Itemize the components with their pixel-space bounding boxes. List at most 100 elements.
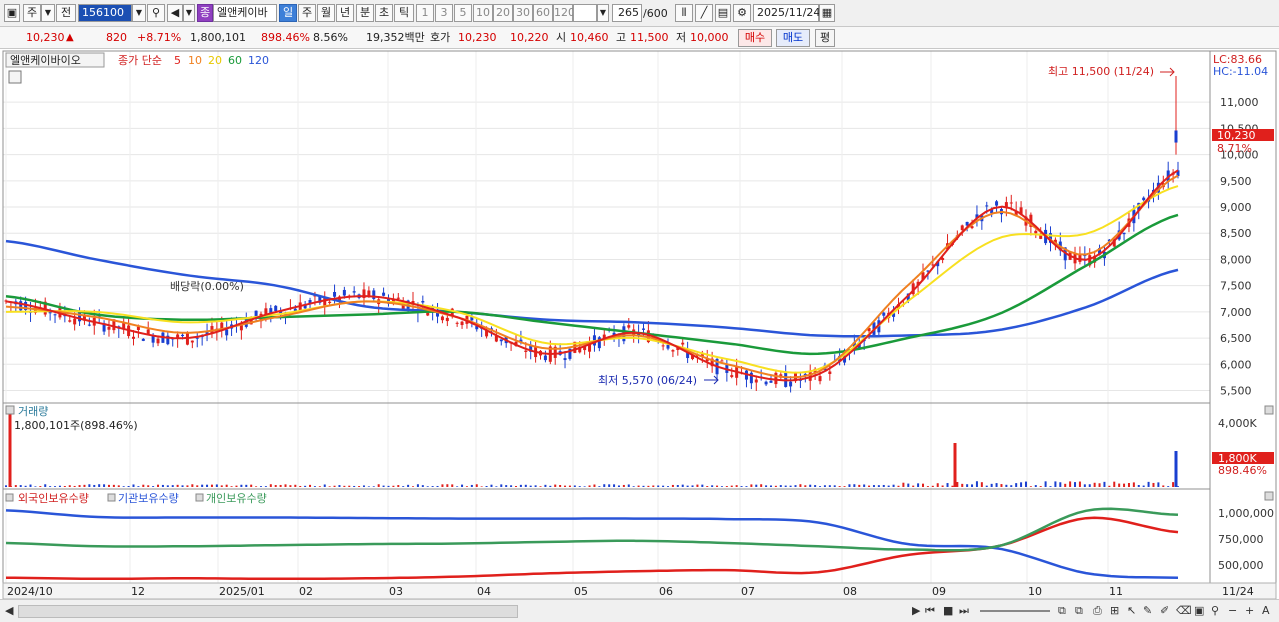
window-icon[interactable]: ▣ (4, 4, 20, 22)
volume-bar (304, 485, 307, 487)
tab-day[interactable]: 일 (279, 4, 297, 22)
interval-5[interactable]: 5 (454, 4, 472, 22)
scroll-left-icon[interactable]: ◀ (5, 603, 13, 618)
volume-bar (402, 486, 405, 487)
buy-button[interactable]: 매수 (738, 29, 772, 47)
stop-icon[interactable]: ■ (943, 603, 953, 618)
stock-name-field[interactable]: 엘앤케이바 (213, 4, 277, 22)
interval-20[interactable]: 20 (493, 4, 513, 22)
volume-bar (387, 485, 390, 487)
draw-tool-icon[interactable]: ╱ (695, 4, 713, 22)
brush-icon[interactable]: ✐ (1160, 603, 1169, 618)
interval-120[interactable]: 120 (553, 4, 575, 22)
volume-bar (608, 484, 611, 487)
volume-bar (681, 484, 684, 487)
volume: 1,800,101 (190, 31, 246, 44)
calendar-icon[interactable]: ▦ (819, 4, 835, 22)
speaker-dropdown-icon[interactable]: ▼ (183, 4, 195, 22)
zoom-in-icon[interactable]: + (1245, 603, 1254, 618)
rewind-icon[interactable]: ⏮ (925, 603, 935, 618)
sell-button[interactable]: 매도 (776, 29, 810, 47)
volume-bar (652, 485, 655, 487)
volume-bar (348, 485, 351, 487)
code-dropdown-icon[interactable]: ▼ (132, 4, 146, 22)
export-icon[interactable]: ⧉ (1075, 603, 1083, 618)
scroll-track[interactable] (18, 605, 518, 618)
holding-close-icon[interactable] (1264, 491, 1274, 501)
prev-button[interactable]: 전 (56, 4, 76, 22)
last-candle-body (1174, 130, 1178, 143)
average-button[interactable]: 평 (815, 29, 835, 47)
volume-bar (779, 485, 782, 487)
interval-1[interactable]: 1 (416, 4, 434, 22)
date-input[interactable]: 2025/11/24 (753, 4, 820, 22)
candle-body (563, 358, 567, 361)
interval-dropdown-icon[interactable]: ▼ (597, 4, 609, 22)
volume-bar (318, 486, 321, 487)
interval-3[interactable]: 3 (435, 4, 453, 22)
candle-body (1122, 232, 1126, 235)
search-icon[interactable]: ⚲ (147, 4, 165, 22)
tab-month[interactable]: 월 (317, 4, 335, 22)
zoom-search-icon[interactable]: ⚲ (1211, 603, 1219, 618)
volume-bar (63, 485, 66, 487)
ma120-legend: 120 (248, 54, 269, 67)
scroll-right-icon[interactable]: ▶ (912, 603, 920, 618)
line-tool-icon[interactable]: ↖ (1127, 603, 1136, 618)
period-select[interactable]: 주 (23, 4, 41, 22)
volume-bar (333, 485, 336, 487)
font-size-icon[interactable]: A (1262, 603, 1270, 618)
volume-bar (877, 485, 880, 487)
volume-bar (83, 484, 86, 487)
print-icon[interactable]: ⎙ (1093, 603, 1102, 618)
volume-close-icon[interactable] (1264, 405, 1274, 415)
volume-bar (191, 484, 194, 487)
tab-minute[interactable]: 분 (356, 4, 374, 22)
volume-bar (789, 485, 792, 487)
volume-bar (951, 485, 954, 487)
candle-icon[interactable]: ⫴ (675, 4, 693, 22)
candle-body (396, 297, 400, 299)
photo-icon[interactable]: ▣ (1194, 603, 1204, 618)
volume-bar (912, 485, 915, 487)
gear-icon[interactable]: ⚙ (733, 4, 751, 22)
volume-bar (1054, 481, 1057, 487)
volume-bar (98, 484, 101, 487)
tab-second[interactable]: 초 (375, 4, 393, 22)
count-input[interactable]: 265 (612, 4, 642, 22)
interval-30[interactable]: 30 (513, 4, 533, 22)
dividend-annotation: 배당락(0.00%) (170, 280, 244, 293)
copy-icon[interactable]: ⧉ (1058, 603, 1066, 618)
zoom-slider[interactable] (980, 610, 1050, 612)
interval-60[interactable]: 60 (533, 4, 553, 22)
save-icon[interactable]: ▤ (715, 4, 731, 22)
volume-bar (897, 485, 900, 487)
tab-year[interactable]: 년 (336, 4, 354, 22)
grid-icon[interactable]: ⊞ (1110, 603, 1119, 618)
tab-week[interactable]: 주 (298, 4, 316, 22)
volume-bar (809, 484, 812, 487)
high-label: 고 (616, 31, 627, 44)
volume-bar (1142, 485, 1145, 487)
tab-tick[interactable]: 틱 (394, 4, 414, 22)
bid-price-2: 10,220 (510, 31, 549, 44)
chevron-down-icon[interactable]: ▼ (41, 4, 55, 22)
volume-bar (269, 484, 272, 487)
volume-bar (598, 486, 601, 487)
volume-bar (132, 484, 135, 487)
stock-code-input[interactable]: 156100 (78, 4, 132, 22)
volume-bar (740, 486, 743, 487)
magic-icon[interactable]: ✎ (1143, 603, 1152, 618)
interval-custom-input[interactable] (573, 4, 597, 22)
volume-bar (1078, 481, 1081, 487)
interval-10[interactable]: 10 (473, 4, 493, 22)
volume-bar (1103, 481, 1106, 487)
volume-bar (343, 485, 346, 487)
eraser-icon[interactable]: ⌫ (1176, 603, 1192, 618)
speaker-icon[interactable]: ◀ (167, 4, 183, 22)
zoom-out-icon[interactable]: − (1228, 603, 1237, 618)
volume-bar (971, 484, 974, 487)
forward-icon[interactable]: ⏭ (959, 603, 969, 618)
panel-settings-icon[interactable] (8, 70, 22, 84)
stock-chart[interactable]: 엘앤케이바이오 종가 단순 5 10 20 60 120 LC:83.66 HC… (0, 49, 1279, 599)
